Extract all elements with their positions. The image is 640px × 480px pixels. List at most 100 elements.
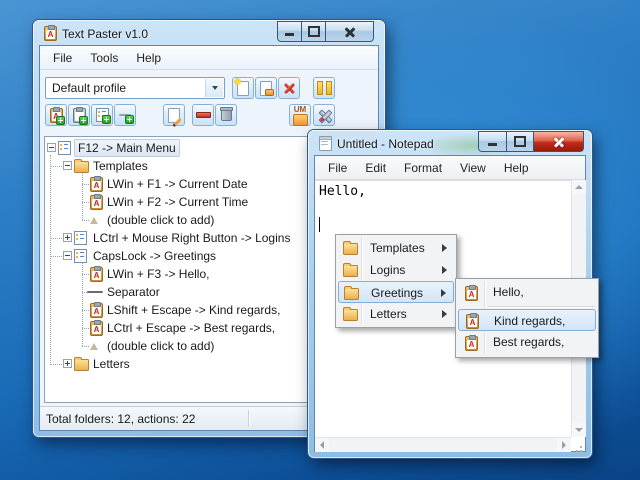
submenu-item-label: Kind regards, — [494, 310, 565, 332]
menu-file[interactable]: File — [44, 47, 81, 69]
status-divider — [248, 410, 249, 427]
edit-profile-icon — [260, 81, 272, 96]
close-button[interactable] — [534, 131, 584, 152]
add-menu-button[interactable] — [91, 104, 113, 126]
menu-file[interactable]: File — [319, 157, 356, 179]
submenu-item-label: Best regards, — [493, 332, 564, 353]
submenu-arrow-icon — [441, 289, 446, 297]
plus-icon — [102, 115, 111, 124]
uninstall-monitor-button[interactable]: UM — [289, 104, 311, 126]
notepad-titlebar[interactable]: Untitled - Notepad — [308, 130, 592, 156]
tree-item-label: (double click to add) — [104, 337, 217, 355]
popup-item-label: Letters — [370, 303, 407, 325]
submenu-item-label: Hello, — [493, 282, 524, 303]
tree-item-label: F12 -> Main Menu — [74, 139, 180, 157]
arrow-left-icon — [320, 441, 324, 449]
submenu-item-hello[interactable]: Hello, — [458, 282, 596, 303]
settings-button[interactable] — [313, 104, 335, 126]
resize-grip[interactable] — [571, 437, 585, 451]
menu-tools[interactable]: Tools — [81, 47, 127, 69]
horizontal-scrollbar[interactable] — [315, 437, 571, 452]
scroll-left-button[interactable] — [315, 438, 329, 452]
edit-page-icon — [168, 108, 180, 123]
plus-icon — [125, 115, 134, 124]
popup-item-letters[interactable]: Letters — [338, 303, 454, 325]
minimize-icon — [285, 33, 294, 36]
tree-item-label: LWin + F3 -> Hello, — [104, 265, 212, 283]
submenu-arrow-icon — [442, 244, 447, 252]
scroll-down-button[interactable] — [572, 423, 586, 437]
edit-profile-button[interactable] — [255, 77, 277, 99]
paste-popup-menu: Templates Logins Greetings Letters — [335, 234, 457, 328]
scroll-right-button[interactable] — [557, 438, 571, 452]
maximize-button[interactable] — [302, 21, 326, 42]
maximize-button[interactable] — [507, 131, 534, 152]
action-icon — [90, 321, 103, 336]
folder-icon — [344, 288, 359, 300]
combobox-dropdown-button[interactable] — [205, 79, 223, 97]
tree-item-label: LWin + F1 -> Current Date — [104, 175, 251, 193]
notepad-title: Untitled - Notepad — [337, 137, 434, 151]
action-icon — [90, 303, 103, 318]
menu-separator — [488, 306, 595, 307]
close-button[interactable] — [326, 21, 374, 42]
action-icon — [90, 195, 103, 210]
remove-button[interactable] — [192, 104, 214, 126]
folder-icon — [343, 309, 358, 321]
text-paster-title: Text Paster v1.0 — [62, 27, 148, 41]
new-profile-button[interactable] — [232, 77, 254, 99]
popup-item-label: Greetings — [371, 282, 423, 304]
add-text-action-button[interactable] — [45, 104, 67, 126]
tools-icon — [317, 108, 332, 123]
tree-item-label: Letters — [90, 355, 133, 373]
popup-item-logins[interactable]: Logins — [338, 259, 454, 281]
menu-format[interactable]: Format — [395, 157, 451, 179]
desktop: Text Paster v1.0 File Tools Help Default… — [0, 0, 640, 480]
expand-icon[interactable] — [63, 233, 72, 242]
minimize-button[interactable] — [478, 131, 507, 152]
tree-item-label: LWin + F2 -> Current Time — [104, 193, 251, 211]
collapse-icon[interactable] — [47, 143, 56, 152]
edit-action-button[interactable] — [163, 104, 185, 126]
submenu-item-kind-regards[interactable]: Kind regards, — [458, 309, 596, 331]
arrow-right-icon — [562, 441, 566, 449]
arrow-up-icon — [575, 185, 583, 189]
delete-profile-button[interactable] — [278, 77, 300, 99]
delete-action-button[interactable] — [215, 104, 237, 126]
new-profile-icon — [237, 81, 249, 96]
minimize-icon — [488, 143, 497, 146]
popup-item-templates[interactable]: Templates — [338, 237, 454, 259]
popup-item-greetings[interactable]: Greetings — [338, 281, 454, 303]
collapse-icon[interactable] — [63, 251, 72, 260]
submenu-arrow-icon — [442, 266, 447, 274]
menu-help[interactable]: Help — [127, 47, 170, 69]
text-paster-titlebar[interactable]: Text Paster v1.0 — [33, 20, 385, 46]
minimize-button[interactable] — [277, 21, 302, 42]
menu-view[interactable]: View — [451, 157, 495, 179]
action-icon — [465, 336, 478, 351]
um-box — [293, 114, 308, 126]
notepad-app-icon — [319, 136, 332, 151]
add-clipboard-action-button[interactable] — [68, 104, 90, 126]
expand-icon[interactable] — [63, 359, 72, 368]
add-separator-button[interactable] — [114, 104, 136, 126]
scroll-up-button[interactable] — [572, 180, 586, 194]
tree-item-label: LShift + Escape -> Kind regards, — [104, 301, 283, 319]
collapse-icon[interactable] — [63, 161, 72, 170]
arrow-down-icon — [575, 428, 583, 432]
separator-line-icon — [87, 291, 103, 293]
menu-edit[interactable]: Edit — [356, 157, 395, 179]
folder-icon — [343, 265, 358, 277]
menu-help[interactable]: Help — [495, 157, 538, 179]
maximize-icon — [514, 136, 526, 147]
pause-button[interactable] — [313, 77, 335, 99]
profile-combobox[interactable]: Default profile — [45, 77, 225, 99]
submenu-item-best-regards[interactable]: Best regards, — [458, 332, 596, 353]
folder-icon — [74, 161, 89, 173]
notepad-menubar: File Edit Format View Help — [315, 156, 585, 180]
plus-icon — [79, 116, 88, 125]
close-icon — [344, 26, 356, 38]
submenu-arrow-icon — [442, 310, 447, 318]
popup-item-label: Logins — [370, 259, 405, 281]
chevron-down-icon — [212, 86, 218, 90]
